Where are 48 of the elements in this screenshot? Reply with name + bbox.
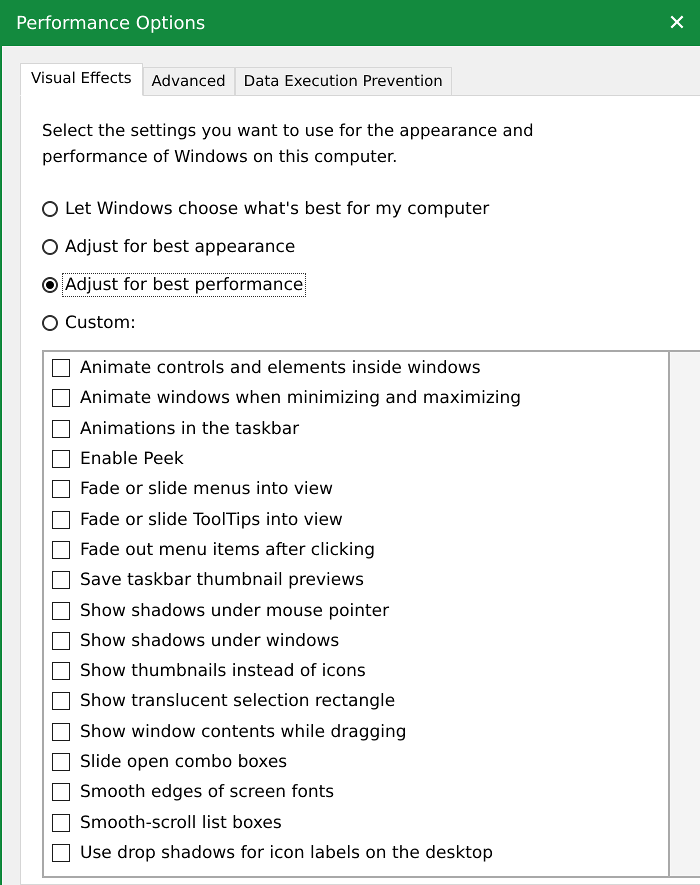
- checkbox-label[interactable]: Fade or slide menus into view: [80, 479, 333, 500]
- checkbox[interactable]: [52, 389, 70, 408]
- tab[interactable]: Visual Effects: [20, 63, 143, 96]
- checkbox[interactable]: [52, 844, 70, 862]
- checkbox-label[interactable]: Use drop shadows for icon labels on the desktop: [80, 842, 494, 863]
- checkbox-label[interactable]: Save taskbar thumbnail previews: [80, 570, 364, 590]
- radio-button[interactable]: [42, 277, 58, 293]
- checkbox-label[interactable]: Smooth-scroll list boxes: [80, 812, 282, 833]
- checkbox[interactable]: [52, 753, 70, 771]
- checkbox-label[interactable]: Animate controls and elements inside windows: [80, 358, 481, 378]
- checkbox[interactable]: [52, 480, 70, 498]
- checkbox[interactable]: [52, 571, 70, 590]
- radio-label[interactable]: Let Windows choose what's best for my computer: [62, 197, 492, 221]
- checkbox-label[interactable]: Show thumbnails instead of icons: [80, 661, 366, 682]
- checkbox-label[interactable]: Animate windows when minimizing and maximizing: [80, 388, 522, 408]
- tab[interactable]: Advanced: [142, 67, 235, 96]
- checkbox-label[interactable]: Show window contents while dragging: [80, 722, 407, 742]
- radio-button[interactable]: [42, 239, 58, 255]
- checkbox[interactable]: [52, 662, 70, 680]
- checkbox[interactable]: [52, 722, 70, 741]
- radio-label[interactable]: Adjust for best appearance: [62, 235, 298, 259]
- checkbox[interactable]: [52, 510, 70, 529]
- checkbox-label[interactable]: Show shadows under mouse pointer: [80, 600, 390, 621]
- checkbox[interactable]: [52, 814, 70, 832]
- close-button[interactable]: ✕: [654, 0, 700, 46]
- checkbox[interactable]: [52, 632, 70, 650]
- description-text: Select the settings you want to use for the appearance and performance of Windows on this computer.: [42, 120, 535, 168]
- checkbox[interactable]: [52, 359, 70, 378]
- checkbox[interactable]: [52, 602, 70, 620]
- checkbox-label[interactable]: Enable Peek: [80, 449, 184, 470]
- window-title: Performance Options: [16, 12, 206, 34]
- checkbox[interactable]: [52, 692, 70, 710]
- checkbox-label[interactable]: Smooth edges of screen fonts: [80, 782, 334, 802]
- radio-button[interactable]: [42, 201, 58, 217]
- checkbox-label[interactable]: Slide open combo boxes: [80, 752, 288, 772]
- radio-label[interactable]: Custom:: [62, 311, 139, 335]
- checkbox-label[interactable]: Fade out menu items after clicking: [80, 540, 376, 560]
- checkbox-label[interactable]: Show translucent selection rectangle: [80, 691, 396, 712]
- radio-label[interactable]: Adjust for best performance: [62, 273, 306, 297]
- checkbox[interactable]: [52, 783, 70, 802]
- checkbox[interactable]: [52, 540, 70, 559]
- checkbox[interactable]: [52, 450, 70, 468]
- checkbox-label[interactable]: Animations in the taskbar: [80, 418, 300, 439]
- checkbox-label[interactable]: Show shadows under windows: [80, 630, 340, 651]
- radio-button[interactable]: [42, 315, 58, 331]
- tab[interactable]: Data Execution Prevention: [234, 67, 452, 96]
- checkbox[interactable]: [52, 420, 70, 438]
- checkbox-label[interactable]: Fade or slide ToolTips into view: [80, 510, 343, 530]
